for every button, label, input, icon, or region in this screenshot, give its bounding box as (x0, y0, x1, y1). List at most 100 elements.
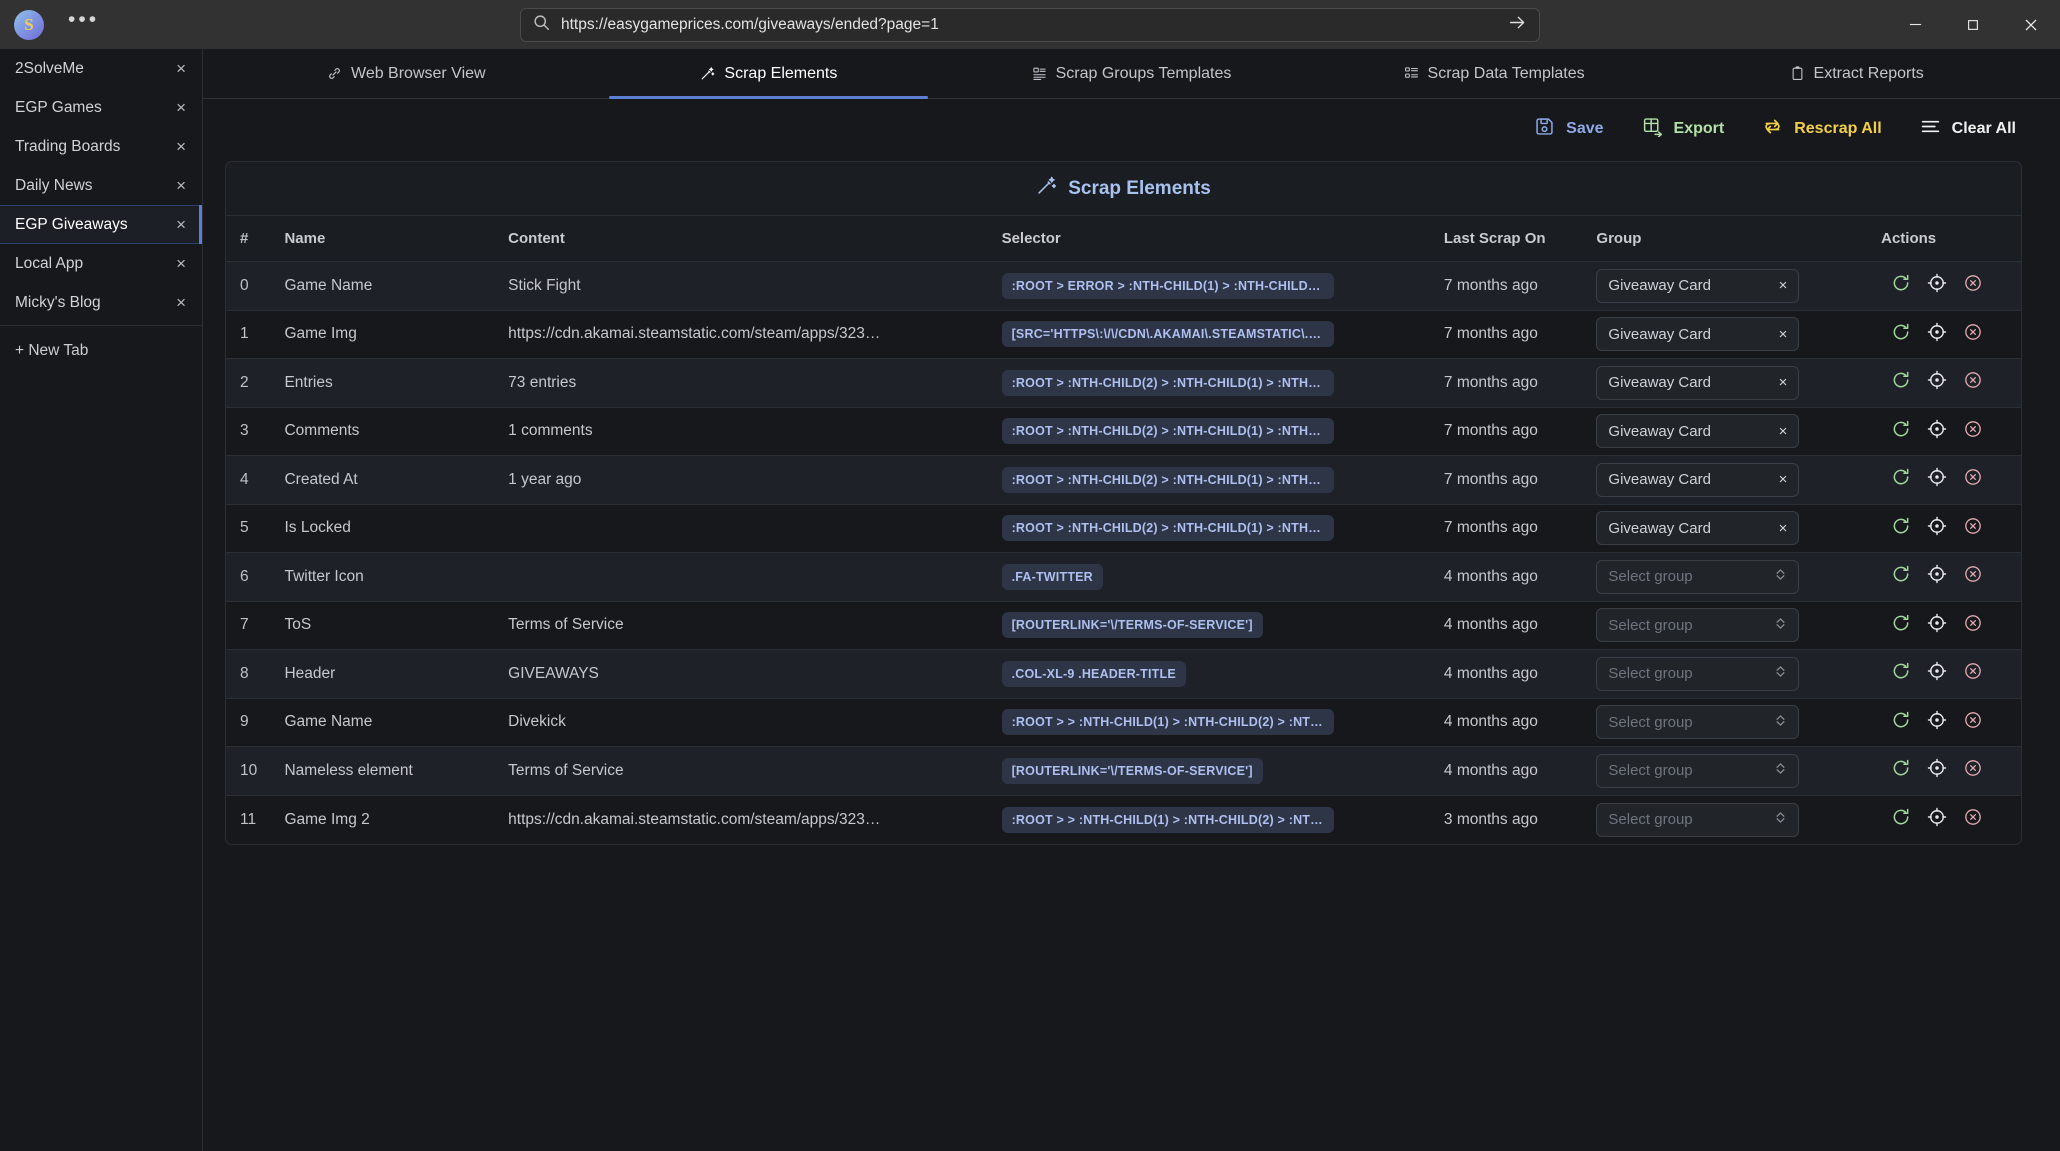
delete-icon[interactable] (1963, 613, 1983, 638)
sidebar-tab-2solveme[interactable]: 2SolveMe × (0, 49, 202, 88)
sidebar-tab-daily-news[interactable]: Daily News × (0, 166, 202, 205)
group-clear-icon[interactable]: × (1779, 327, 1788, 342)
rescrap-icon[interactable] (1891, 613, 1911, 638)
group-select[interactable]: Select group (1596, 802, 1800, 837)
maximize-button[interactable] (1944, 0, 2002, 49)
locate-icon[interactable] (1927, 807, 1947, 832)
delete-icon[interactable] (1963, 273, 1983, 298)
address-bar[interactable]: https://easygameprices.com/giveaways/end… (520, 7, 1540, 42)
sidebar-tab-close-icon[interactable]: × (176, 177, 186, 194)
locate-icon[interactable] (1927, 516, 1947, 541)
sidebar-tab-close-icon[interactable]: × (176, 216, 186, 233)
selector-badge[interactable]: :ROOT > > :NTH-CHILD(1) > :NTH-CHILD(2) … (1001, 709, 1334, 736)
clear-all-button[interactable]: Clear All (1920, 116, 2016, 142)
rescrap-icon[interactable] (1891, 564, 1911, 589)
tab-extract-reports[interactable]: Extract Reports (1675, 49, 2038, 98)
tab-web-browser-view[interactable]: Web Browser View (225, 49, 588, 98)
selector-badge[interactable]: [SRC='HTTPS\:\/\/CDN\.AKAMAI\.STEAMSTATI… (1001, 321, 1334, 348)
rescrap-icon[interactable] (1891, 807, 1911, 832)
locate-icon[interactable] (1927, 564, 1947, 589)
locate-icon[interactable] (1927, 419, 1947, 444)
selector-badge[interactable]: .FA-TWITTER (1001, 563, 1103, 590)
selector-badge[interactable]: :ROOT > :NTH-CHILD(2) > :NTH-CHILD(1) > … (1001, 515, 1334, 542)
selector-badge[interactable]: :ROOT > :NTH-CHILD(2) > :NTH-CHILD(1) > … (1001, 466, 1334, 493)
locate-icon[interactable] (1927, 370, 1947, 395)
delete-icon[interactable] (1963, 467, 1983, 492)
selector-badge[interactable]: :ROOT > :NTH-CHILD(2) > :NTH-CHILD(1) > … (1001, 369, 1334, 396)
tab-scrap-data-templates[interactable]: Scrap Data Templates (1313, 49, 1676, 98)
sidebar-tab-micky-s-blog[interactable]: Micky's Blog × (0, 283, 202, 322)
delete-icon[interactable] (1963, 758, 1983, 783)
sidebar-tab-close-icon[interactable]: × (176, 99, 186, 116)
arrow-right-icon[interactable] (1508, 13, 1527, 37)
minimize-button[interactable] (1886, 0, 1944, 49)
selector-badge[interactable]: [ROUTERLINK='\/TERMS-OF-SERVICE'] (1001, 612, 1263, 639)
delete-icon[interactable] (1963, 419, 1983, 444)
chevron-updown-icon[interactable] (1774, 616, 1787, 635)
delete-icon[interactable] (1963, 370, 1983, 395)
chevron-updown-icon[interactable] (1774, 810, 1787, 829)
rescrap-icon[interactable] (1891, 758, 1911, 783)
selector-badge[interactable]: :ROOT > > :NTH-CHILD(1) > :NTH-CHILD(2) … (1001, 806, 1334, 833)
selector-badge[interactable]: [ROUTERLINK='\/TERMS-OF-SERVICE'] (1001, 757, 1263, 784)
sidebar-tab-close-icon[interactable]: × (176, 294, 186, 311)
close-button[interactable] (2002, 0, 2060, 49)
delete-icon[interactable] (1963, 710, 1983, 735)
tab-scrap-elements[interactable]: Scrap Elements (588, 49, 951, 99)
delete-icon[interactable] (1963, 564, 1983, 589)
rescrap-icon[interactable] (1891, 322, 1911, 347)
group-select[interactable]: Select group (1596, 608, 1800, 643)
group-select[interactable]: Giveaway Card × (1596, 268, 1800, 303)
rescrap-icon[interactable] (1891, 710, 1911, 735)
chevron-updown-icon[interactable] (1774, 713, 1787, 732)
address-bar-text[interactable]: https://easygameprices.com/giveaways/end… (561, 16, 1497, 34)
sidebar-tab-egp-giveaways[interactable]: EGP Giveaways × (0, 205, 202, 244)
sidebar-tab-close-icon[interactable]: × (176, 255, 186, 272)
group-clear-icon[interactable]: × (1779, 278, 1788, 293)
new-tab-button[interactable]: + New Tab (0, 329, 202, 373)
group-select[interactable]: Giveaway Card × (1596, 365, 1800, 400)
rescrap-icon[interactable] (1891, 516, 1911, 541)
locate-icon[interactable] (1927, 613, 1947, 638)
locate-icon[interactable] (1927, 758, 1947, 783)
group-clear-icon[interactable]: × (1779, 375, 1788, 390)
selector-badge[interactable]: .COL-XL-9 .HEADER-TITLE (1001, 660, 1186, 687)
group-select[interactable]: Giveaway Card × (1596, 462, 1800, 497)
rescrap-icon[interactable] (1891, 370, 1911, 395)
locate-icon[interactable] (1927, 273, 1947, 298)
locate-icon[interactable] (1927, 322, 1947, 347)
chevron-updown-icon[interactable] (1774, 567, 1787, 586)
group-select[interactable]: Select group (1596, 705, 1800, 740)
locate-icon[interactable] (1927, 661, 1947, 686)
group-select[interactable]: Select group (1596, 559, 1800, 594)
overflow-menu-icon[interactable]: ••• (68, 9, 99, 34)
selector-badge[interactable]: :ROOT > ERROR > :NTH-CHILD(1) > :NTH-CHI… (1001, 272, 1334, 299)
rescrap-all-button[interactable]: Rescrap All (1762, 116, 1882, 142)
sidebar-tab-egp-games[interactable]: EGP Games × (0, 88, 202, 127)
delete-icon[interactable] (1963, 807, 1983, 832)
chevron-updown-icon[interactable] (1774, 761, 1787, 780)
selector-badge[interactable]: :ROOT > :NTH-CHILD(2) > :NTH-CHILD(1) > … (1001, 418, 1334, 445)
group-clear-icon[interactable]: × (1779, 472, 1788, 487)
tab-scrap-groups-templates[interactable]: Scrap Groups Templates (950, 49, 1313, 98)
rescrap-icon[interactable] (1891, 661, 1911, 686)
group-select[interactable]: Giveaway Card × (1596, 414, 1800, 449)
group-select[interactable]: Select group (1596, 753, 1800, 788)
rescrap-icon[interactable] (1891, 419, 1911, 444)
locate-icon[interactable] (1927, 710, 1947, 735)
locate-icon[interactable] (1927, 467, 1947, 492)
sidebar-tab-trading-boards[interactable]: Trading Boards × (0, 127, 202, 166)
rescrap-icon[interactable] (1891, 273, 1911, 298)
delete-icon[interactable] (1963, 516, 1983, 541)
rescrap-icon[interactable] (1891, 467, 1911, 492)
chevron-updown-icon[interactable] (1774, 664, 1787, 683)
group-select[interactable]: Giveaway Card × (1596, 317, 1800, 352)
delete-icon[interactable] (1963, 661, 1983, 686)
group-clear-icon[interactable]: × (1779, 424, 1788, 439)
group-select[interactable]: Select group (1596, 656, 1800, 691)
group-select[interactable]: Giveaway Card × (1596, 511, 1800, 546)
group-clear-icon[interactable]: × (1779, 521, 1788, 536)
delete-icon[interactable] (1963, 322, 1983, 347)
sidebar-tab-local-app[interactable]: Local App × (0, 244, 202, 283)
save-button[interactable]: Save (1534, 116, 1604, 142)
